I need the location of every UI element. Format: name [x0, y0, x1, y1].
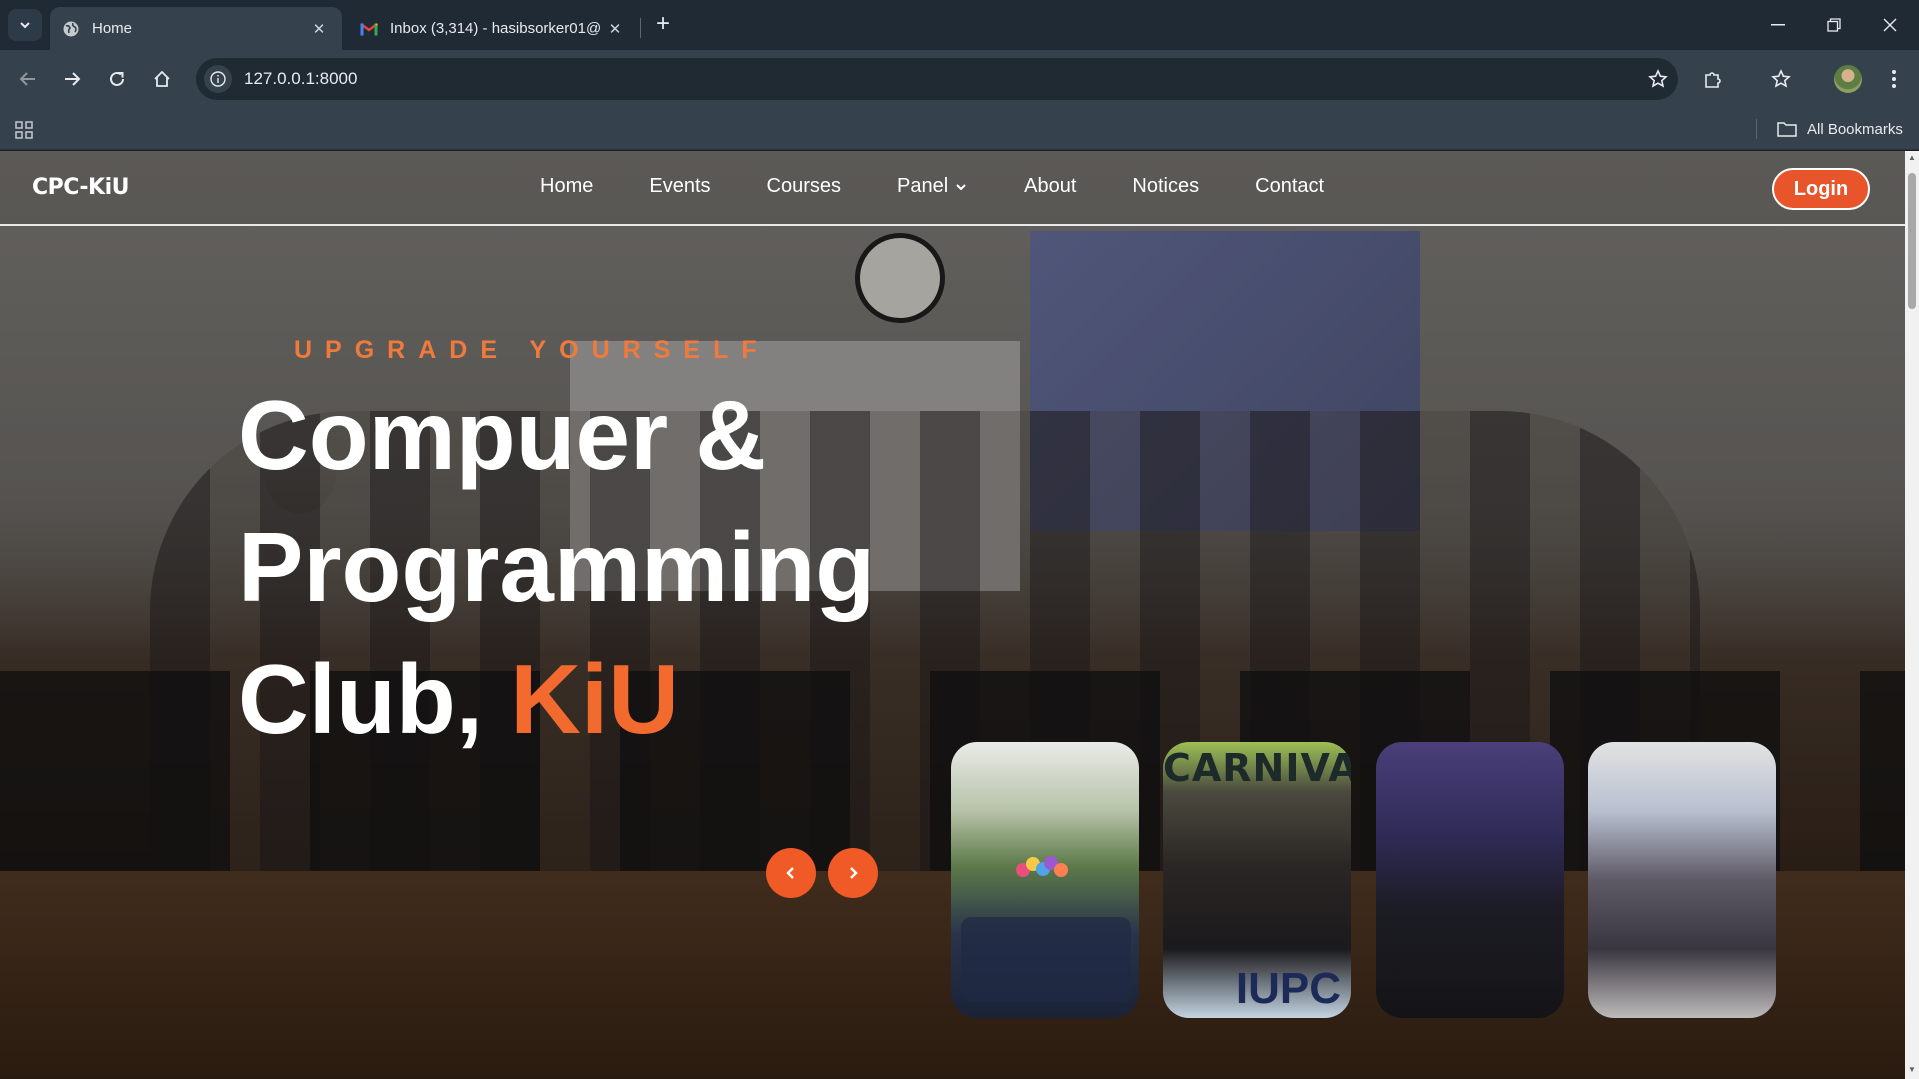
- nav-notices[interactable]: Notices: [1132, 175, 1199, 198]
- back-button[interactable]: [12, 63, 44, 95]
- site-info-icon[interactable]: [204, 65, 232, 93]
- bookmarks-panel-button[interactable]: [1765, 63, 1797, 95]
- tab-strip: Home ✕ Inbox (3,314) - hasibsorker01@ ✕ …: [0, 0, 1919, 50]
- site-navbar: CPC-KiU Home Events Courses Panel About …: [0, 151, 1905, 226]
- profile-avatar[interactable]: [1834, 65, 1862, 93]
- nav-events[interactable]: Events: [649, 175, 710, 198]
- main-menu: Home Events Courses Panel About Notices …: [540, 175, 1380, 198]
- url-text[interactable]: 127.0.0.1:8000: [244, 69, 1638, 89]
- nav-about[interactable]: About: [1024, 175, 1076, 198]
- all-bookmarks-button[interactable]: All Bookmarks: [1777, 117, 1903, 141]
- extensions-button[interactable]: [1697, 63, 1729, 95]
- nav-panel[interactable]: Panel: [897, 175, 968, 198]
- apps-grid-icon[interactable]: [14, 120, 34, 140]
- globe-icon: [62, 20, 80, 38]
- reload-icon: [110, 71, 124, 86]
- bookmarks-bar: All Bookmarks: [0, 108, 1919, 150]
- browser-toolbar: 127.0.0.1:8000: [0, 50, 1919, 108]
- close-tab-icon[interactable]: ✕: [308, 18, 330, 40]
- event-thumbnail-2[interactable]: CARNIVAL IUPC: [1163, 742, 1351, 1018]
- scrollbar-thumb[interactable]: [1908, 173, 1916, 309]
- bookmark-star-icon[interactable]: [1638, 69, 1678, 89]
- new-tab-button[interactable]: +: [650, 12, 676, 38]
- slider-prev-button[interactable]: [766, 848, 816, 898]
- hero-headline: Compuer & Programming Club, KiU: [238, 369, 875, 765]
- hero-tagline: UPGRADE YOURSELF: [294, 336, 770, 364]
- browser-menu-button[interactable]: [1878, 63, 1910, 95]
- arrow-left-icon: [19, 72, 35, 86]
- thumbnail-banner-text: IUPC: [1235, 964, 1341, 1013]
- chevron-down-icon: [20, 22, 30, 29]
- close-window-button[interactable]: [1862, 8, 1918, 42]
- event-thumbnail-4[interactable]: [1588, 742, 1776, 1018]
- gmail-icon: [360, 20, 378, 38]
- nav-panel-label: Panel: [897, 175, 949, 197]
- login-button[interactable]: Login: [1772, 168, 1870, 210]
- close-icon: [1883, 18, 1897, 32]
- all-bookmarks-label: All Bookmarks: [1807, 120, 1903, 138]
- balloons-image: [961, 856, 1131, 1002]
- headline-prefix: Club,: [238, 644, 511, 754]
- folder-icon: [1777, 122, 1797, 137]
- tab-search-button[interactable]: [8, 9, 42, 41]
- headline-line-2: Programming: [238, 512, 876, 622]
- reload-button[interactable]: [101, 63, 133, 95]
- scroll-down-icon[interactable]: ▼: [1907, 1065, 1917, 1075]
- event-thumbnail-1[interactable]: [951, 742, 1139, 1018]
- chevron-down-icon: [956, 183, 966, 190]
- home-icon: [154, 70, 170, 87]
- restore-button[interactable]: [1806, 8, 1862, 42]
- forward-button[interactable]: [56, 63, 88, 95]
- tab-home[interactable]: Home ✕: [50, 7, 342, 50]
- tab-title: Home: [92, 20, 133, 37]
- nav-contact[interactable]: Contact: [1255, 175, 1324, 198]
- event-thumbnail-3[interactable]: [1376, 742, 1564, 1018]
- page-scrollbar[interactable]: ▲ ▼: [1905, 151, 1919, 1079]
- tab-title: Inbox (3,314) - hasibsorker01@: [390, 20, 602, 37]
- tab-separator: [640, 18, 641, 38]
- home-button[interactable]: [146, 63, 178, 95]
- close-tab-icon[interactable]: ✕: [604, 18, 626, 40]
- restore-icon: [1827, 18, 1841, 32]
- tab-inbox[interactable]: Inbox (3,314) - hasibsorker01@ ✕: [348, 7, 638, 50]
- kebab-menu-icon: [1892, 70, 1896, 88]
- scroll-up-icon[interactable]: ▲: [1907, 153, 1917, 163]
- bookmarks-separator: [1756, 119, 1757, 139]
- slider-next-button[interactable]: [828, 848, 878, 898]
- chevron-right-icon: [850, 867, 858, 879]
- arrow-right-icon: [65, 72, 81, 86]
- minimize-icon: [1771, 24, 1785, 26]
- headline-accent: KiU: [510, 644, 679, 754]
- star-list-icon: [1771, 69, 1791, 88]
- nav-home[interactable]: Home: [540, 175, 593, 198]
- headline-line-3: Club, KiU: [238, 633, 875, 765]
- site-logo[interactable]: CPC-KiU: [32, 175, 130, 200]
- nav-courses[interactable]: Courses: [767, 175, 841, 198]
- minimize-button[interactable]: [1750, 8, 1806, 42]
- address-bar[interactable]: 127.0.0.1:8000: [196, 58, 1678, 100]
- headline-line-1: Compuer &: [238, 380, 767, 490]
- chevron-left-icon: [786, 867, 794, 879]
- puzzle-icon: [1705, 72, 1721, 88]
- thumbnail-banner-text: CARNIVAL: [1163, 746, 1351, 790]
